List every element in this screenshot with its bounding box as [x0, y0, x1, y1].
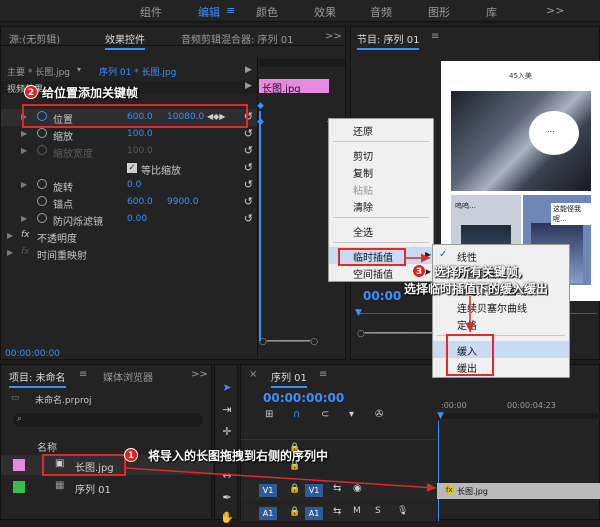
arrow-drag-to-sequence — [125, 467, 437, 492]
annotation-arrows — [125, 253, 475, 492]
